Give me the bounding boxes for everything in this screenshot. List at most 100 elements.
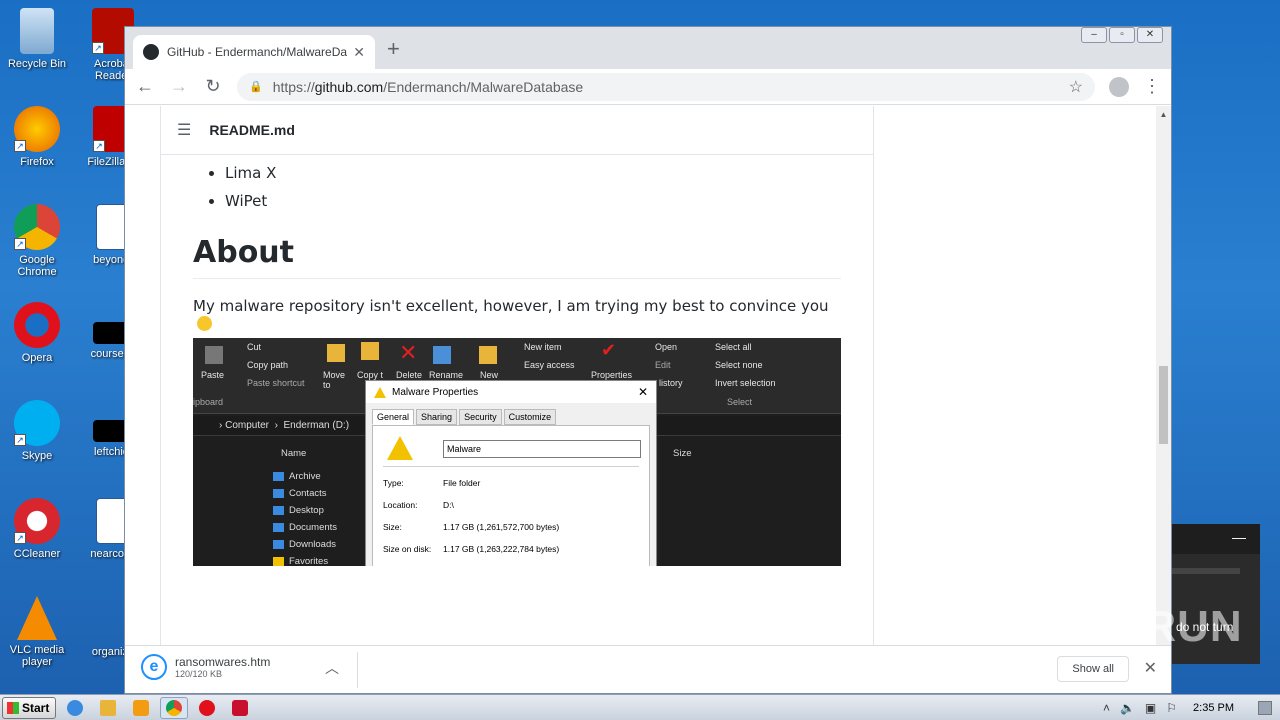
back-arrow-icon[interactable]: ← bbox=[135, 76, 155, 97]
scroll-thumb[interactable] bbox=[1159, 366, 1168, 444]
warning-icon bbox=[387, 436, 413, 460]
close-window-button[interactable]: ✕ bbox=[1137, 27, 1163, 43]
profile-avatar[interactable] bbox=[1109, 76, 1129, 97]
show-desktop-button[interactable] bbox=[1258, 700, 1272, 715]
taskbar: Start ˄ 🔈 ▣ ⚐ 2:35 PM bbox=[0, 694, 1280, 720]
scroll-up-icon[interactable]: ▲ bbox=[1156, 110, 1171, 119]
ribbon-cut: Cut bbox=[247, 342, 262, 352]
vlc-icon bbox=[17, 596, 57, 640]
divider bbox=[357, 652, 358, 688]
list-item: Lima X bbox=[225, 159, 841, 187]
warning-icon bbox=[374, 386, 386, 398]
column-size-header: Size bbox=[673, 448, 692, 459]
taskbar-chrome[interactable] bbox=[160, 696, 188, 719]
ribbon-clipboard: ipboard bbox=[193, 397, 224, 407]
desktop-icon-label: Google Chrome bbox=[17, 254, 57, 278]
desktop-icon-recycle-bin[interactable]: Recycle Bin bbox=[0, 8, 74, 70]
list-item[interactable]: Favorites bbox=[233, 553, 337, 566]
close-icon[interactable]: ✕ bbox=[1144, 658, 1157, 678]
chevron-up-icon[interactable]: ︿ bbox=[325, 658, 339, 678]
tab-customize[interactable]: Customize bbox=[503, 409, 557, 425]
clock[interactable]: 2:35 PM bbox=[1193, 702, 1234, 714]
bookmark-star-icon[interactable]: ☆ bbox=[1069, 77, 1083, 97]
ribbon-rename: Rename bbox=[429, 370, 464, 380]
close-icon[interactable]: ✕ bbox=[638, 385, 648, 399]
forward-arrow-icon[interactable]: → bbox=[169, 76, 189, 97]
folder-icon bbox=[273, 523, 284, 532]
desktop-icon-skype[interactable]: ↗ Skype bbox=[0, 400, 74, 462]
folder-icon bbox=[273, 506, 284, 515]
download-item[interactable]: e ransomwares.htm 120/120 KB bbox=[141, 654, 270, 680]
readme-header: ☰ README.md bbox=[161, 106, 873, 155]
download-size: 120/120 KB bbox=[175, 669, 223, 679]
desktop-icon-vlc[interactable]: VLC media player bbox=[0, 596, 74, 668]
desktop-icon-ccleaner[interactable]: ↗ CCleaner bbox=[0, 498, 74, 560]
start-button[interactable]: Start bbox=[2, 696, 56, 719]
dialog-title: Malware Properties bbox=[392, 386, 479, 398]
dialog-tabs: General Sharing Security Customize bbox=[366, 403, 656, 425]
ribbon-new-item: New item bbox=[524, 342, 562, 352]
maximize-button[interactable]: ▫ bbox=[1109, 27, 1135, 43]
taskbar-ie[interactable] bbox=[61, 697, 89, 719]
tab-github[interactable]: GitHub - Endermanch/MalwareDatab ✕ bbox=[133, 35, 375, 69]
page-scrollbar[interactable]: ▲ bbox=[1156, 106, 1171, 645]
reload-icon[interactable]: ↻ bbox=[203, 76, 223, 97]
ribbon-paste-shortcut: Paste shortcut bbox=[247, 378, 305, 388]
grinning-emoji-icon bbox=[197, 316, 212, 331]
desktop-icon-firefox[interactable]: ↗ Firefox bbox=[0, 106, 74, 168]
about-text: My malware repository isn't excellent, h… bbox=[193, 297, 829, 315]
download-icon bbox=[273, 540, 284, 549]
folder-name-field[interactable]: Malware bbox=[443, 440, 641, 458]
chrome-icon: ↗ bbox=[14, 204, 60, 250]
address-drive: Enderman (D:) bbox=[283, 420, 350, 431]
list-item[interactable]: Contacts bbox=[233, 485, 337, 502]
minimize-icon[interactable]: — bbox=[1172, 524, 1260, 554]
tab-sharing[interactable]: Sharing bbox=[416, 409, 458, 425]
taskbar-opera[interactable] bbox=[193, 697, 221, 719]
address-bar[interactable]: 🔒 https://github.com/Endermanch/MalwareD… bbox=[237, 72, 1095, 101]
tab-general[interactable]: General bbox=[372, 409, 415, 425]
download-bar: e ransomwares.htm 120/120 KB ︿ Show all … bbox=[125, 645, 1171, 693]
list-item[interactable]: Downloads bbox=[233, 536, 337, 553]
embedded-screenshot: Paste Cut Copy path Paste shortcut ipboa… bbox=[193, 338, 841, 566]
anyrun-watermark: ANY RUN bbox=[1036, 602, 1243, 651]
tab-security[interactable]: Security bbox=[459, 409, 502, 425]
taskbar-avira[interactable] bbox=[226, 697, 254, 719]
paste-icon bbox=[205, 346, 223, 364]
close-tab-icon[interactable]: ✕ bbox=[353, 44, 365, 61]
show-all-button[interactable]: Show all bbox=[1057, 656, 1129, 682]
start-label: Start bbox=[22, 700, 50, 715]
desktop-icon-chrome[interactable]: ↗ Google Chrome bbox=[0, 204, 74, 278]
readme-panel: ☰ README.md Lima X WiPet About My malwar… bbox=[160, 106, 874, 645]
system-tray: ˄ 🔈 ▣ ⚐ 2:35 PM bbox=[1103, 700, 1280, 715]
taskbar-media-player[interactable] bbox=[127, 697, 155, 719]
chrome-icon bbox=[166, 699, 182, 716]
list-item[interactable]: Documents bbox=[233, 519, 337, 536]
copy-to-icon bbox=[361, 342, 379, 360]
bullet-list: Lima X WiPet bbox=[193, 159, 841, 215]
table-of-contents-icon[interactable]: ☰ bbox=[177, 120, 191, 140]
chevron-up-icon[interactable]: ˄ bbox=[1103, 701, 1110, 715]
column-name-header: Name bbox=[281, 448, 307, 459]
window-controls: – ▫ ✕ bbox=[1081, 27, 1163, 43]
desktop-icon-opera[interactable]: Opera bbox=[0, 302, 74, 364]
network-icon[interactable]: ▣ bbox=[1145, 701, 1156, 715]
folder-icon bbox=[273, 472, 284, 481]
volume-icon[interactable]: 🔈 bbox=[1120, 701, 1135, 715]
tab-title: GitHub - Endermanch/MalwareDatab bbox=[167, 45, 348, 59]
taskbar-explorer[interactable] bbox=[94, 697, 122, 719]
ribbon-move-to: Move to bbox=[323, 370, 346, 390]
firefox-icon: ↗ bbox=[14, 106, 60, 152]
list-item: WiPet bbox=[225, 187, 841, 215]
windows-flag-icon bbox=[7, 701, 19, 714]
minimize-button[interactable]: – bbox=[1081, 27, 1107, 43]
ribbon-copy-path: Copy path bbox=[247, 360, 289, 370]
move-to-icon bbox=[327, 344, 345, 362]
menu-kebab-icon[interactable]: ⋮ bbox=[1143, 76, 1161, 97]
ribbon-new: New bbox=[480, 370, 499, 380]
flag-icon[interactable]: ⚐ bbox=[1166, 701, 1177, 715]
list-item[interactable]: Desktop bbox=[233, 502, 337, 519]
prop-size-on-disk: Size on disk: 1.17 GB (1,263,222,784 byte… bbox=[383, 544, 560, 554]
list-item[interactable]: Archive bbox=[233, 468, 337, 485]
new-tab-button[interactable]: + bbox=[387, 38, 400, 60]
